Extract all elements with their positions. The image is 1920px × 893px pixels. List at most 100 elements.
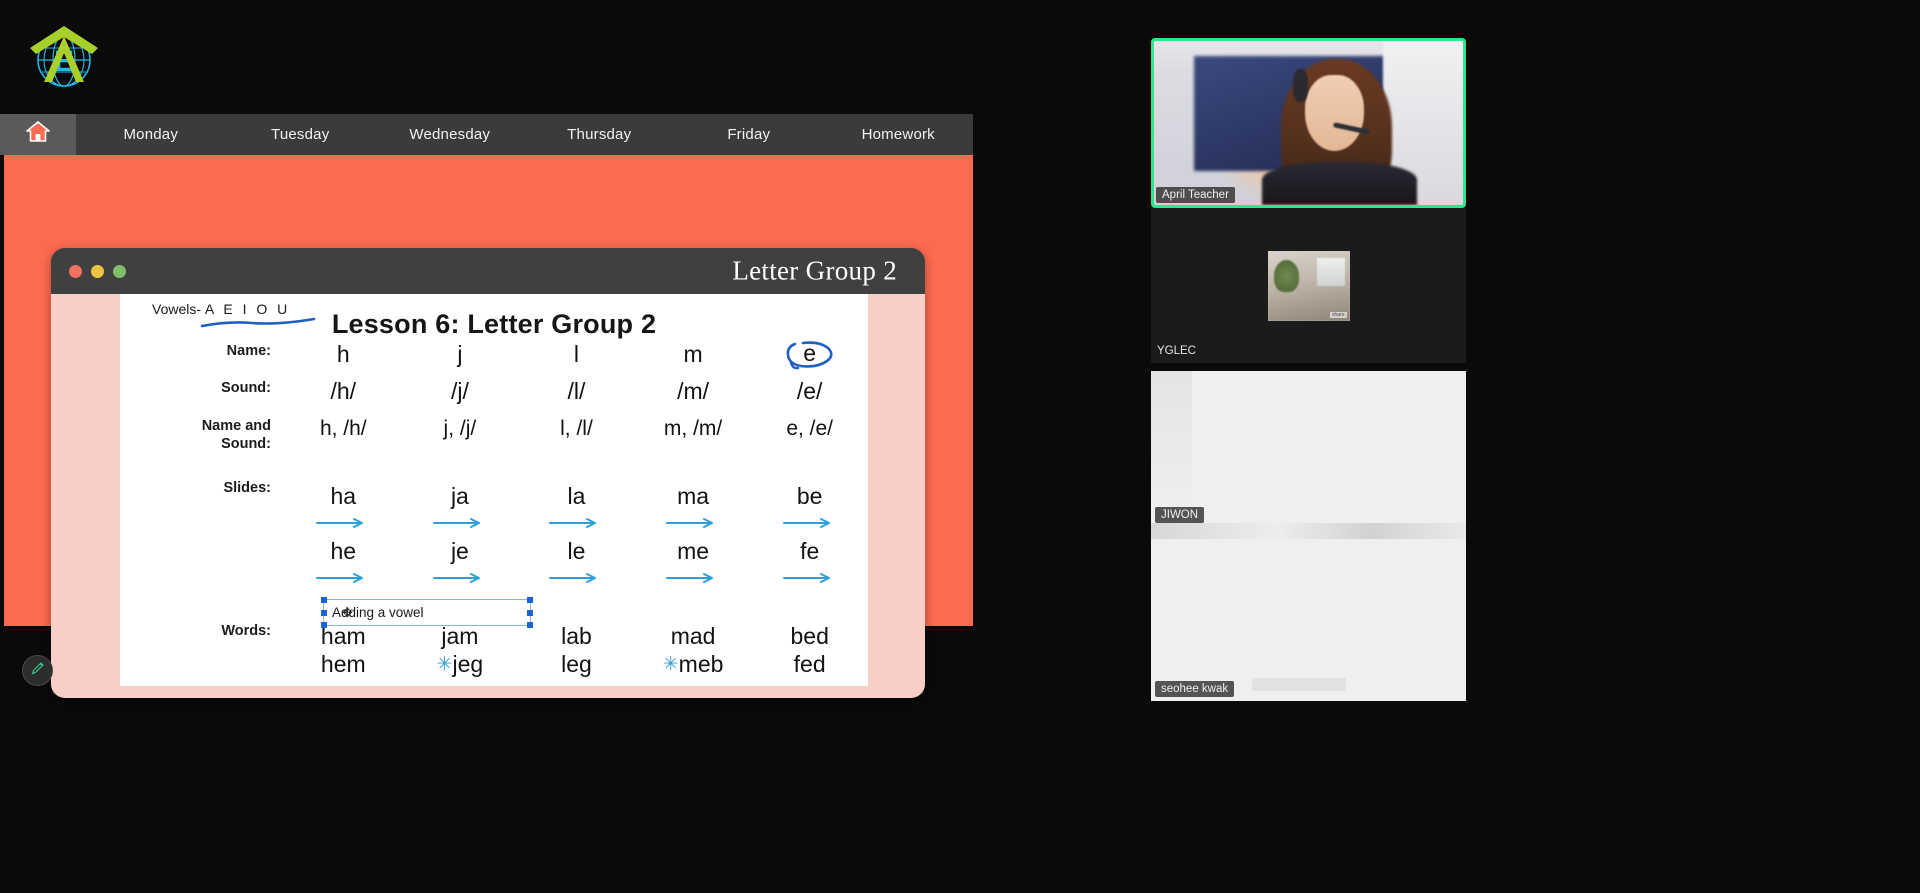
row-label-words: Words: — [221, 622, 271, 639]
row-words: Words: ham hem jam ✳jeg lab leg mad ✳meb… — [120, 622, 868, 678]
annotate-button[interactable] — [22, 655, 53, 686]
cell-name-h: h — [336, 341, 350, 367]
cell-slides-l: la le — [518, 479, 635, 592]
lesson-slide: Vowels- A E I O U Lesson 6: Letter Group… — [120, 294, 868, 686]
asterisk-icon: ✳ — [662, 653, 679, 675]
row-label-ns-line1: Name and — [201, 417, 271, 434]
nav-item-friday[interactable]: Friday — [674, 126, 824, 143]
participant-name-yglec: YGLEC — [1157, 345, 1196, 357]
pencil-icon — [30, 660, 46, 681]
window-controls[interactable] — [69, 264, 126, 278]
slide-arrow-icon — [518, 509, 635, 534]
participant-name-april-teacher: April Teacher — [1156, 187, 1235, 203]
resize-handle-top-left[interactable] — [321, 597, 327, 603]
minimize-icon[interactable] — [91, 264, 104, 278]
resize-handle-middle-left[interactable] — [321, 609, 327, 616]
cell-ns-l: l, /l/ — [560, 416, 593, 440]
slide-window-titlebar: Letter Group 2 — [51, 248, 925, 294]
resize-handle-bottom-left[interactable] — [321, 622, 327, 628]
webcam-feed — [1154, 41, 1463, 205]
slide-top-j: ja — [450, 482, 469, 509]
nav-item-thursday[interactable]: Thursday — [525, 126, 675, 143]
slide-bottom-h: he — [330, 538, 357, 565]
nav-item-monday[interactable]: Monday — [76, 126, 226, 143]
nav-item-homework[interactable]: Homework — [824, 126, 974, 143]
participant-video-strip: April Teacher share YGLEC JIWON seohee k… — [1151, 38, 1466, 705]
nav-item-wednesday[interactable]: Wednesday — [375, 126, 525, 143]
video-tile-april-teacher[interactable]: April Teacher — [1151, 38, 1466, 208]
cell-name-j: j — [457, 341, 463, 367]
slide-bottom-e: fe — [800, 538, 820, 565]
asterisk-icon: ✳ — [436, 653, 453, 675]
cell-slides-m: ma me — [635, 479, 752, 592]
slide-top-h: ha — [330, 482, 357, 509]
resize-handle-top-right[interactable] — [527, 597, 533, 603]
slide-arrow-icon — [751, 509, 868, 534]
shared-document-feed — [1151, 371, 1466, 701]
circled-e-annotation: e — [783, 335, 837, 373]
webcam-thumbnail: share — [1267, 250, 1350, 321]
slide-window: Letter Group 2 Vowels- A E I O U Lesson … — [51, 248, 925, 698]
video-tile-jiwon[interactable]: JIWON seohee kwak — [1151, 371, 1466, 701]
annotation-textbox[interactable]: Adding a vowel ✥ — [321, 597, 533, 628]
nav-home-button[interactable] — [0, 114, 76, 155]
cell-name-e-letter: e — [803, 340, 817, 367]
row-label-name: Name: — [226, 343, 271, 359]
row-label-slides: Slides: — [223, 479, 271, 496]
row-slides: Slides: ha he ja je la le ma me be fe — [120, 479, 868, 592]
slide-arrow-icon — [635, 564, 752, 589]
row-name-and-sound: Name and Sound: h, /h/ j, /j/ l, /l/ m, … — [120, 417, 868, 453]
word-bottom-l: leg — [561, 650, 592, 677]
cell-name-m: m — [683, 341, 703, 367]
slide-top-m: ma — [677, 482, 710, 509]
slide-arrow-icon — [285, 509, 402, 534]
slide-bottom-m: me — [677, 538, 710, 565]
word-bottom-m-text: meb — [678, 650, 724, 677]
slide-bottom-j: je — [450, 538, 469, 565]
slide-top-e: be — [796, 482, 823, 509]
cell-sound-m: /m/ — [677, 378, 710, 405]
lesson-navbar: Monday Tuesday Wednesday Thursday Friday… — [0, 114, 973, 155]
home-icon — [25, 120, 51, 149]
slide-arrow-icon — [518, 564, 635, 589]
word-top-e: bed — [790, 622, 829, 649]
word-top-l: lab — [561, 622, 592, 649]
row-label-sound: Sound: — [221, 380, 271, 397]
word-bottom-h: hem — [320, 650, 366, 677]
close-icon[interactable] — [69, 264, 82, 278]
cell-name-l: l — [573, 341, 580, 367]
thumbnail-watermark: share — [1329, 311, 1347, 318]
video-tile-yglec[interactable]: share YGLEC — [1151, 208, 1466, 363]
resize-handle-bottom-right[interactable] — [527, 622, 533, 628]
cell-sound-l: /l/ — [567, 378, 586, 405]
cell-sound-j: /j/ — [450, 378, 469, 405]
word-bottom-j-text: jeg — [452, 650, 484, 677]
slide-bottom-l: le — [567, 538, 586, 565]
shared-screen-content: Monday Tuesday Wednesday Thursday Friday… — [0, 114, 973, 698]
cell-words-h: ham hem — [285, 622, 402, 678]
lesson-title: Lesson 6: Letter Group 2 — [331, 309, 657, 339]
participant-name-seohee-kwak: seohee kwak — [1155, 681, 1235, 697]
cell-words-m: mad ✳meb — [635, 622, 752, 678]
cell-name-e: e — [751, 341, 868, 370]
cell-words-j: jam ✳jeg — [402, 622, 519, 678]
move-cursor-icon: ✥ — [342, 604, 353, 620]
row-label-name-and-sound: Name and Sound: — [120, 417, 285, 453]
cell-ns-m: m, /m/ — [663, 416, 723, 440]
cell-slides-h: ha he — [285, 479, 402, 592]
window-title: Letter Group 2 — [732, 255, 897, 286]
participant-name-jiwon: JIWON — [1155, 507, 1205, 523]
slide-arrow-icon — [402, 509, 519, 534]
maximize-icon[interactable] — [113, 264, 126, 278]
word-bottom-e: fed — [793, 650, 826, 677]
nav-item-tuesday[interactable]: Tuesday — [226, 126, 376, 143]
cell-sound-h: /h/ — [330, 378, 357, 405]
cell-slides-j: ja je — [402, 479, 519, 592]
resize-handle-middle-right[interactable] — [527, 609, 533, 616]
word-bottom-m: ✳meb — [635, 650, 752, 678]
cell-ns-j: j, /j/ — [443, 416, 477, 440]
lesson-grid: Name: h j l m e Sound: /h/ /j/ /l/ /m/ /… — [120, 341, 868, 698]
slide-arrow-icon — [751, 564, 868, 589]
slide-arrow-icon — [635, 509, 752, 534]
cell-ns-e: e, /e/ — [786, 416, 834, 440]
